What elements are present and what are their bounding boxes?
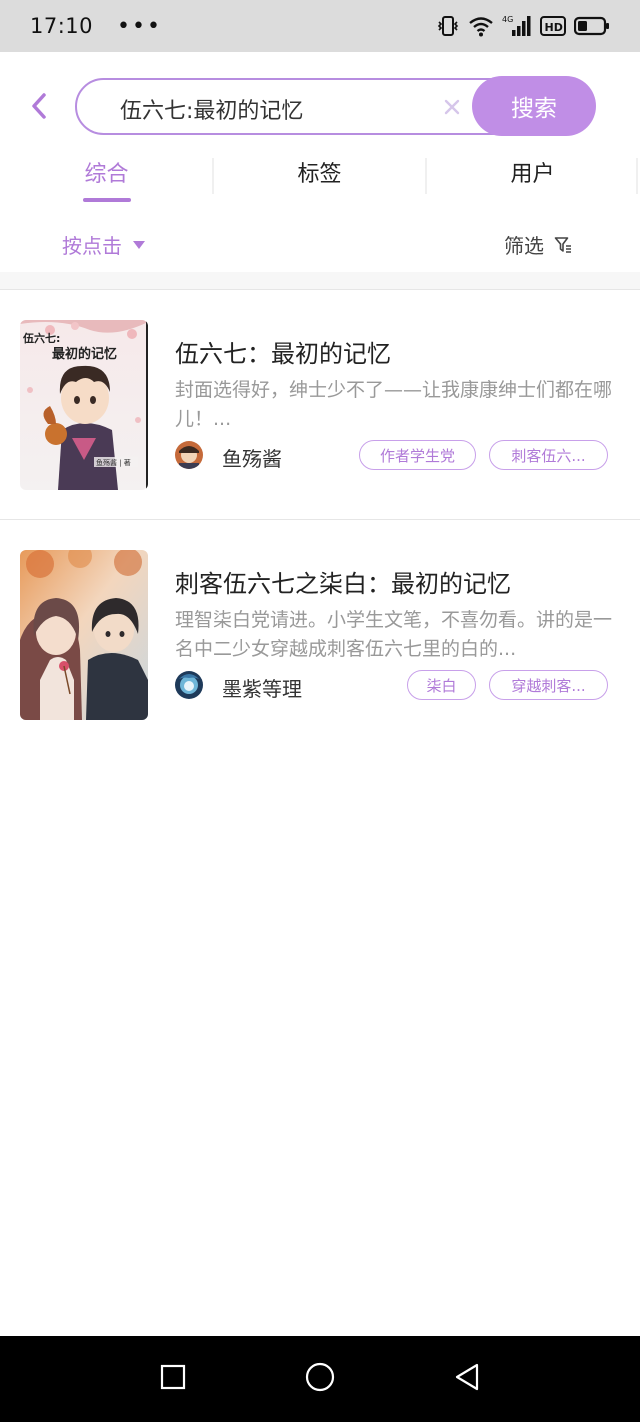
section-divider [0, 272, 640, 290]
tag-chip[interactable]: 穿越刺客... [489, 670, 608, 700]
search-query-text[interactable]: 伍六七:最初的记忆 [120, 93, 303, 125]
svg-text:伍六七:: 伍六七: [22, 331, 60, 345]
svg-text:鱼殇酱 | 著: 鱼殇酱 | 著 [96, 458, 131, 467]
filter-button[interactable]: 筛选 [504, 230, 572, 259]
tab-label: 用户 [510, 162, 555, 187]
tab-tags[interactable]: 标签 [213, 146, 426, 206]
hd-icon: HD [540, 16, 566, 36]
tag-chip[interactable]: 柒白 [407, 670, 476, 700]
filter-funnel-icon [554, 236, 571, 253]
back-arrow-icon[interactable] [26, 90, 52, 122]
tab-users[interactable]: 用户 [426, 146, 639, 206]
author-name[interactable]: 墨紫等理 [222, 673, 302, 702]
status-icons: 4G HD [436, 14, 610, 38]
tab-divider [425, 158, 427, 194]
recent-apps-button[interactable] [159, 1363, 187, 1395]
tab-comprehensive[interactable]: 综合 [0, 146, 213, 206]
vibrate-icon [437, 16, 459, 36]
tab-divider [636, 158, 638, 194]
filter-label: 筛选 [504, 234, 544, 258]
book-description: 封面选得好，绅士少不了——让我康康绅士们都在哪儿！... [175, 379, 613, 430]
book-title[interactable]: 伍六七：最初的记忆 [175, 334, 391, 369]
cellular-signal-icon: 4G [502, 15, 531, 36]
active-tab-indicator [82, 198, 131, 202]
result-tabs: 综合 标签 用户 [0, 146, 640, 206]
status-more-dots: ••• [117, 13, 162, 39]
book-cover-image: 伍六七: 最初的记忆 鱼殇酱 | 著 [20, 320, 148, 490]
tag-chip[interactable]: 作者学生党 [359, 440, 476, 470]
result-item[interactable]: 刺客伍六七之柒白：最初的记忆 理智柒白党请进。小学生文笔，不喜勿看。讲的是一名中… [0, 520, 640, 750]
triangle-back-icon [456, 1363, 479, 1391]
svg-text:最初的记忆: 最初的记忆 [52, 346, 117, 362]
avatar[interactable] [175, 671, 203, 699]
book-cover-image [20, 550, 148, 720]
tab-divider [212, 158, 214, 194]
book-description: 理智柒白党请进。小学生文笔，不喜勿看。讲的是一名中二少女穿越成刺客伍六七里的白的… [175, 609, 613, 660]
tag-chip[interactable]: 刺客伍六... [489, 440, 608, 470]
tab-label: 综合 [84, 162, 129, 187]
hd-label: HD [545, 21, 563, 34]
network-type-label: 4G [502, 15, 513, 24]
home-button[interactable] [304, 1361, 336, 1397]
system-nav-bar [0, 1336, 640, 1422]
circle-icon [305, 1362, 335, 1392]
status-bar: 17:10 ••• 4G HD [0, 0, 640, 52]
avatar[interactable] [175, 441, 203, 469]
battery-icon [574, 16, 609, 36]
square-icon [160, 1364, 185, 1390]
filter-bar: 按点击 筛选 [0, 222, 640, 270]
wifi-icon [469, 17, 493, 37]
caret-down-icon [133, 240, 145, 249]
sort-label: 按点击 [62, 234, 122, 258]
sort-dropdown[interactable]: 按点击 [62, 230, 146, 259]
search-bar: 伍六七:最初的记忆 搜索 [0, 76, 640, 136]
system-back-button[interactable] [453, 1362, 481, 1396]
status-left: 17:10 ••• [30, 14, 162, 39]
search-button[interactable]: 搜索 [472, 76, 596, 136]
author-name[interactable]: 鱼殇酱 [222, 443, 282, 472]
clear-icon[interactable] [439, 94, 465, 120]
status-time: 17:10 [30, 14, 94, 38]
tab-label: 标签 [297, 162, 342, 187]
book-title[interactable]: 刺客伍六七之柒白：最初的记忆 [175, 564, 511, 599]
result-item[interactable]: 伍六七: 最初的记忆 鱼殇酱 | 著 伍六七：最初的记忆 封面选得好，绅士少不了… [0, 290, 640, 520]
